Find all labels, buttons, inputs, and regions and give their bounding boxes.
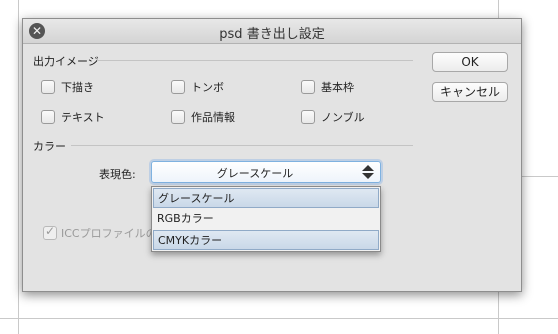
cancel-button[interactable]: キャンセル	[432, 82, 508, 102]
title-bar[interactable]: ✕ psd 書き出し設定	[23, 19, 521, 44]
checkbox-label: テキスト	[61, 111, 105, 124]
canvas-guide-bottom	[0, 318, 558, 319]
checkbox-box[interactable]	[41, 80, 55, 94]
dropdown-option-cmyk[interactable]: CMYKカラー	[153, 230, 379, 250]
checkbox-label: 下描き	[61, 81, 94, 94]
expression-color-dropdown: グレースケール RGBカラー CMYKカラー	[151, 186, 381, 252]
checkbox-label: 作品情報	[191, 111, 235, 124]
icc-profile-checkbox[interactable]: ✓ ICCプロファイルの	[43, 224, 157, 241]
checkbox-base-frame[interactable]: 基本枠	[301, 79, 354, 95]
output-image-divider	[97, 60, 413, 61]
ok-button[interactable]: OK	[432, 52, 508, 72]
canvas-guide-left	[18, 0, 19, 334]
checkbox-crop-marks[interactable]: トンボ	[171, 79, 224, 95]
color-divider	[71, 145, 413, 146]
psd-export-settings-dialog: ✕ psd 書き出し設定 出力イメージ 下描き トンボ 基本枠 テキスト 作品情…	[22, 18, 522, 292]
dropdown-option-grayscale[interactable]: グレースケール	[153, 188, 379, 208]
dialog-title: psd 書き出し設定	[219, 27, 325, 42]
icc-profile-label: ICCプロファイルの	[61, 227, 157, 240]
expression-color-select[interactable]: グレースケール	[151, 161, 381, 183]
checkbox-page-number[interactable]: ノンブル	[301, 109, 365, 125]
checkbox-box[interactable]	[301, 80, 315, 94]
checkbox-box[interactable]	[171, 80, 185, 94]
dropdown-option-rgb[interactable]: RGBカラー	[153, 209, 379, 229]
checkbox-box[interactable]	[301, 110, 315, 124]
checkbox-box[interactable]	[171, 110, 185, 124]
checkbox-box[interactable]	[41, 110, 55, 124]
checkbox-label: ノンブル	[321, 111, 365, 124]
checkmark-icon: ✓	[45, 224, 56, 238]
color-section-label: カラー	[33, 140, 66, 153]
select-current-value: グレースケール	[216, 167, 294, 180]
checkbox-draft[interactable]: 下描き	[41, 79, 94, 95]
arrow-up-icon	[362, 165, 374, 171]
checkbox-label: 基本枠	[321, 81, 354, 94]
checkbox-work-info[interactable]: 作品情報	[171, 109, 235, 125]
output-image-section-label: 出力イメージ	[33, 55, 99, 68]
canvas-guide-right-h	[520, 176, 558, 177]
select-arrows-icon	[362, 163, 374, 181]
checkbox-label: トンボ	[191, 81, 224, 94]
arrow-down-icon	[362, 173, 374, 179]
expression-color-label: 表現色:	[99, 168, 136, 181]
checkbox-box[interactable]: ✓	[43, 224, 57, 240]
checkbox-text[interactable]: テキスト	[41, 109, 105, 125]
